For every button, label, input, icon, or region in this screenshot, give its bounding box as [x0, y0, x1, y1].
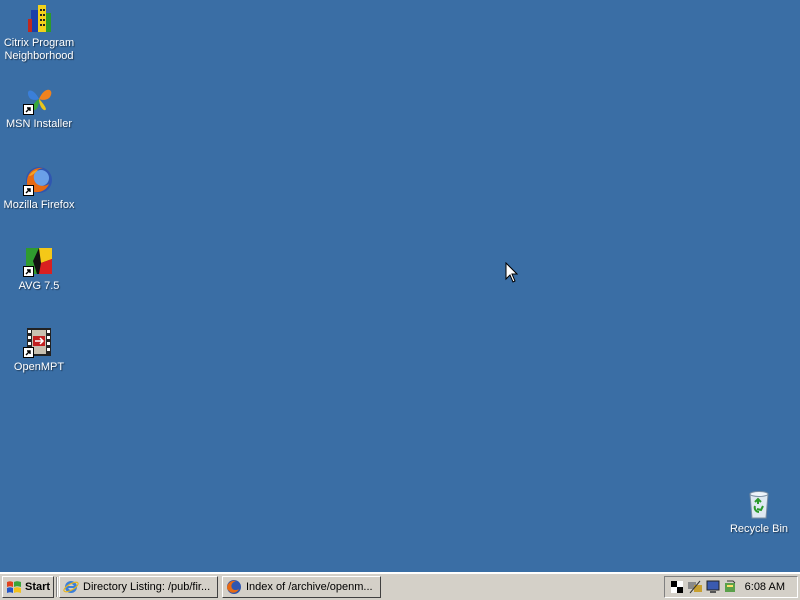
avg-icon [23, 245, 55, 277]
task-label: Directory Listing: /pub/fir... [83, 581, 211, 593]
internet-explorer-icon [63, 581, 79, 593]
desktop-icon-label: MSN Installer [5, 118, 73, 130]
desktop[interactable]: Citrix Program Neighborhood MSN Installe… [0, 0, 800, 572]
desktop-icon-mozilla-firefox[interactable]: Mozilla Firefox [0, 164, 78, 212]
desktop-icon-label: AVG 7.5 [18, 280, 60, 292]
recycle-bin-icon [743, 488, 775, 520]
taskbar-task-directory-listing[interactable]: Directory Listing: /pub/fir... [59, 576, 218, 598]
taskbar: Start Directory Listing: /pub/fir... Ind… [0, 572, 800, 600]
checkerboard-icon[interactable] [669, 579, 685, 595]
clock[interactable]: 6:08 AM [745, 581, 785, 593]
desktop-icon-avg[interactable]: AVG 7.5 [0, 245, 78, 293]
shortcut-arrow-icon [23, 185, 34, 196]
desktop-icon-label: Citrix Program Neighborhood [0, 37, 78, 63]
label-line: Citrix Program [3, 37, 75, 49]
shortcut-arrow-icon [23, 347, 34, 358]
taskbar-separator [56, 577, 58, 597]
taskbar-task-index-of-archive[interactable]: Index of /archive/openm... [222, 576, 381, 598]
desktop-icon-openmpt[interactable]: OpenMPT [0, 326, 78, 374]
firefox-icon [23, 164, 55, 196]
desktop-icon-citrix[interactable]: Citrix Program Neighborhood [0, 2, 78, 63]
system-tray: 6:08 AM [664, 576, 798, 598]
desktop-icon-recycle-bin[interactable]: Recycle Bin [720, 488, 798, 536]
start-label: Start [25, 581, 51, 593]
windows-logo-icon [7, 581, 21, 593]
volume-icon[interactable] [723, 579, 739, 595]
desktop-icon-msn-installer[interactable]: MSN Installer [0, 83, 78, 131]
msn-butterfly-icon [23, 83, 55, 115]
desktop-icon-label: OpenMPT [13, 361, 65, 373]
shortcut-arrow-icon [23, 104, 34, 115]
desktop-icon-label: Mozilla Firefox [3, 199, 75, 211]
desktop-icon-label: Recycle Bin [729, 523, 789, 535]
network-icon[interactable] [687, 579, 703, 595]
firefox-icon [227, 580, 241, 594]
openmpt-icon [23, 326, 55, 358]
task-label: Index of /archive/openm... [246, 581, 373, 593]
start-button[interactable]: Start [2, 576, 54, 598]
label-line: Neighborhood [4, 50, 74, 62]
mouse-cursor-icon [505, 262, 518, 283]
monitor-icon[interactable] [705, 579, 721, 595]
citrix-icon [23, 2, 55, 34]
shortcut-arrow-icon [23, 266, 34, 277]
